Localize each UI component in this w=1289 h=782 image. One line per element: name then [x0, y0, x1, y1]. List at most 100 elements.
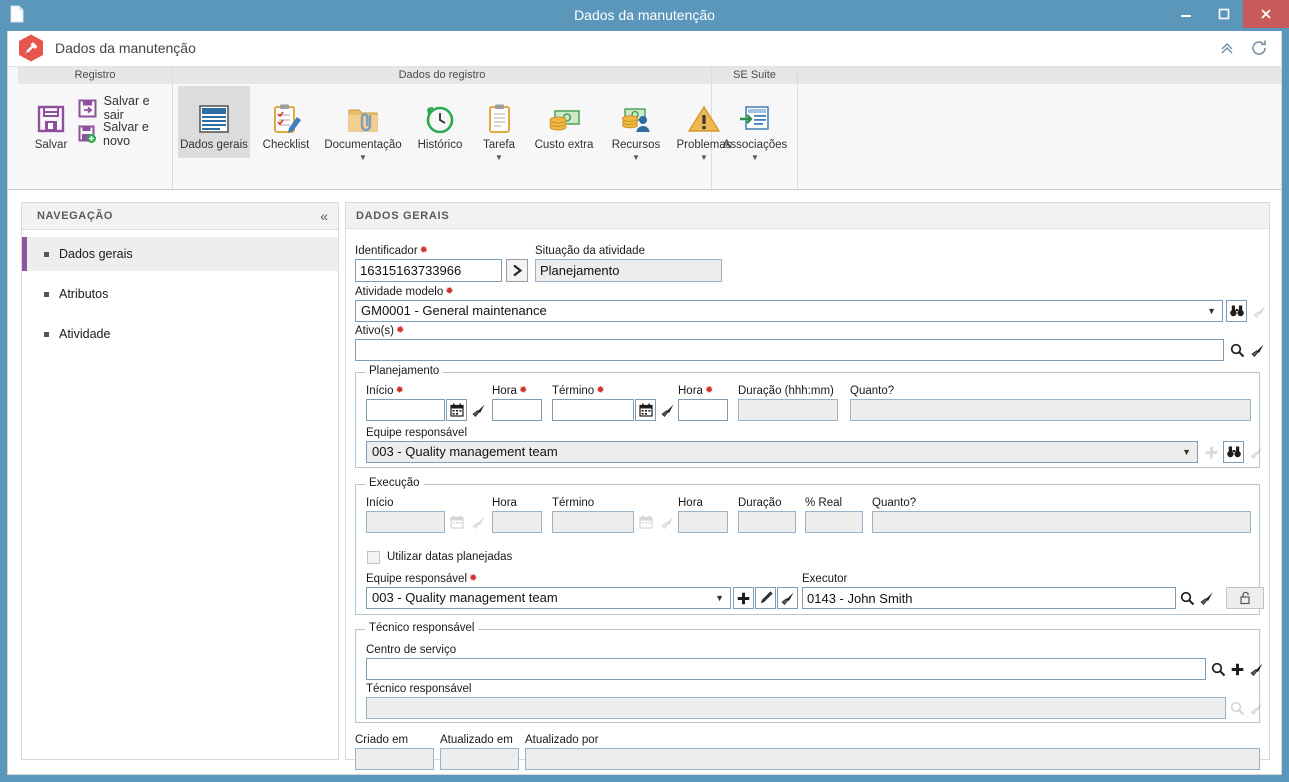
planejamento-termino-input[interactable]	[552, 399, 634, 421]
page-title: Dados da manutenção	[55, 40, 196, 56]
title-bar: Dados da manutenção	[0, 0, 1289, 31]
general-data-icon	[197, 92, 231, 136]
execucao-inicio-clear-button[interactable]	[468, 511, 489, 533]
ativos-search-button[interactable]	[1227, 339, 1248, 361]
sidebar-item-dados-gerais[interactable]: Dados gerais	[22, 237, 338, 271]
task-clipboard-icon	[482, 92, 516, 136]
planejamento-inicio-input[interactable]	[366, 399, 445, 421]
atividade-modelo-search-button[interactable]	[1226, 300, 1247, 322]
centro-servico-input[interactable]	[366, 658, 1206, 680]
planejamento-hora-termino-input[interactable]	[678, 399, 728, 421]
navigation-title: NAVEGAÇÃO	[37, 210, 114, 222]
chevron-down-icon[interactable]: ▼	[751, 153, 759, 162]
chevron-down-icon[interactable]: ▼	[700, 153, 708, 162]
bullet-icon	[44, 291, 49, 297]
tab-historico[interactable]: Histórico	[407, 86, 473, 152]
ribbon-toolbar: Registro Salvar Salvar e sair Salvar e n…	[8, 66, 1281, 191]
tab-associacoes-label: Associações	[722, 139, 788, 151]
executor-search-button[interactable]	[1177, 587, 1198, 609]
planejamento-equipe-search-button[interactable]	[1223, 441, 1244, 463]
planejamento-termino-calendar-button[interactable]	[635, 399, 656, 421]
tab-checklist[interactable]: Checklist	[253, 86, 319, 152]
tecnico-responsavel-input	[366, 697, 1226, 719]
tab-documentacao[interactable]: Documentação ▼	[319, 86, 407, 162]
execucao-hora-inicio-input	[492, 511, 542, 533]
application-body: Dados da manutenção Registro Salvar Salv…	[7, 31, 1282, 775]
form-panel: DADOS GERAIS Identificador✹ Situação da …	[345, 202, 1270, 770]
planejamento-equipe-clear-button[interactable]	[1246, 441, 1267, 463]
required-marker: ✹	[445, 286, 454, 297]
planejamento-termino-clear-button[interactable]	[657, 399, 678, 421]
resources-money-person-icon	[619, 92, 653, 136]
execucao-termino-calendar-button[interactable]	[635, 511, 656, 533]
chevron-down-icon[interactable]: ▼	[359, 153, 367, 162]
identificador-input[interactable]	[355, 259, 502, 282]
atividade-modelo-clear-button[interactable]	[1249, 300, 1270, 322]
atualizado-em-label: Atualizado em	[440, 734, 513, 746]
centro-servico-add-button[interactable]	[1227, 658, 1248, 680]
sidebar-item-atributos[interactable]: Atributos	[22, 277, 338, 311]
maximize-button[interactable]	[1205, 0, 1243, 28]
utilizar-datas-planejadas-checkbox[interactable]	[367, 551, 380, 564]
planejamento-equipe-select[interactable]: 003 - Quality management team ▼	[366, 441, 1198, 463]
content-area: NAVEGAÇÃO « Dados gerais Atributos Ativi…	[8, 191, 1281, 774]
execucao-equipe-value: 003 - Quality management team	[372, 590, 558, 605]
tab-recursos[interactable]: Recursos ▼	[603, 86, 669, 162]
save-button-label: Salvar	[34, 139, 68, 151]
executor-unlock-button[interactable]	[1226, 587, 1264, 609]
execucao-equipe-edit-button[interactable]	[755, 587, 776, 609]
tab-dados-gerais[interactable]: Dados gerais	[178, 86, 250, 158]
save-and-exit-button[interactable]: Salvar e sair	[78, 94, 172, 122]
window-title: Dados da manutenção	[574, 7, 715, 23]
chevron-down-icon[interactable]: ▼	[1207, 301, 1216, 321]
tab-checklist-label: Checklist	[262, 139, 310, 151]
planejamento-hora-inicio-input[interactable]	[492, 399, 542, 421]
chevron-double-up-icon[interactable]	[1215, 36, 1239, 60]
tab-tarefa[interactable]: Tarefa ▼	[473, 86, 525, 162]
save-button[interactable]: Salvar	[18, 86, 84, 152]
minimize-button[interactable]	[1167, 0, 1205, 28]
save-and-new-button[interactable]: Salvar e novo	[78, 120, 172, 148]
sidebar-item-atividade[interactable]: Atividade	[22, 317, 338, 351]
execucao-termino-clear-button[interactable]	[657, 511, 678, 533]
tab-dados-gerais-label: Dados gerais	[180, 139, 248, 151]
checklist-icon	[269, 92, 303, 136]
ativos-input[interactable]	[355, 339, 1224, 361]
centro-servico-clear-button[interactable]	[1246, 658, 1267, 680]
planejamento-duracao-input	[738, 399, 838, 421]
tab-associacoes[interactable]: Associações ▼	[714, 86, 796, 162]
executor-input[interactable]	[802, 587, 1176, 609]
identificador-go-button[interactable]	[506, 259, 528, 282]
form-body: Identificador✹ Situação da atividade Ati…	[346, 229, 1270, 770]
ribbon-group-title: Dados do registro	[173, 67, 711, 84]
refresh-icon[interactable]	[1247, 36, 1271, 60]
planejamento-inicio-clear-button[interactable]	[468, 399, 489, 421]
planejamento-hora-termino-label: Hora ✹	[678, 385, 714, 397]
ribbon-group-title: Registro	[18, 67, 172, 84]
close-button[interactable]	[1243, 0, 1289, 28]
ativos-clear-button[interactable]	[1247, 339, 1268, 361]
tab-documentacao-label: Documentação	[324, 139, 402, 151]
tab-custo-extra[interactable]: Custo extra	[525, 86, 603, 152]
chevron-down-icon[interactable]: ▼	[495, 153, 503, 162]
chevron-down-icon[interactable]: ▼	[715, 588, 724, 608]
atualizado-por-label: Atualizado por	[525, 734, 599, 746]
centro-servico-search-button[interactable]	[1208, 658, 1229, 680]
chevron-double-left-icon[interactable]: «	[320, 203, 328, 230]
chevron-down-icon[interactable]: ▼	[1182, 442, 1191, 462]
ribbon-group-se-suite: SE Suite Associações ▼	[712, 67, 798, 191]
tecnico-responsavel-search-button[interactable]	[1227, 697, 1248, 719]
execucao-equipe-clear-button[interactable]	[777, 587, 798, 609]
tecnico-responsavel-legend: Técnico responsável	[365, 622, 479, 634]
criado-em-input	[355, 748, 434, 770]
execucao-equipe-select[interactable]: 003 - Quality management team ▼	[366, 587, 731, 609]
tecnico-responsavel-clear-button[interactable]	[1246, 697, 1267, 719]
planejamento-equipe-add-button[interactable]	[1201, 441, 1222, 463]
chevron-down-icon[interactable]: ▼	[632, 153, 640, 162]
atividade-modelo-select[interactable]: GM0001 - General maintenance ▼	[355, 300, 1223, 322]
execucao-inicio-calendar-button[interactable]	[446, 511, 467, 533]
executor-clear-button[interactable]	[1196, 587, 1217, 609]
sidebar-item-label: Dados gerais	[59, 247, 133, 261]
execucao-equipe-add-button[interactable]	[733, 587, 754, 609]
planejamento-inicio-calendar-button[interactable]	[446, 399, 467, 421]
